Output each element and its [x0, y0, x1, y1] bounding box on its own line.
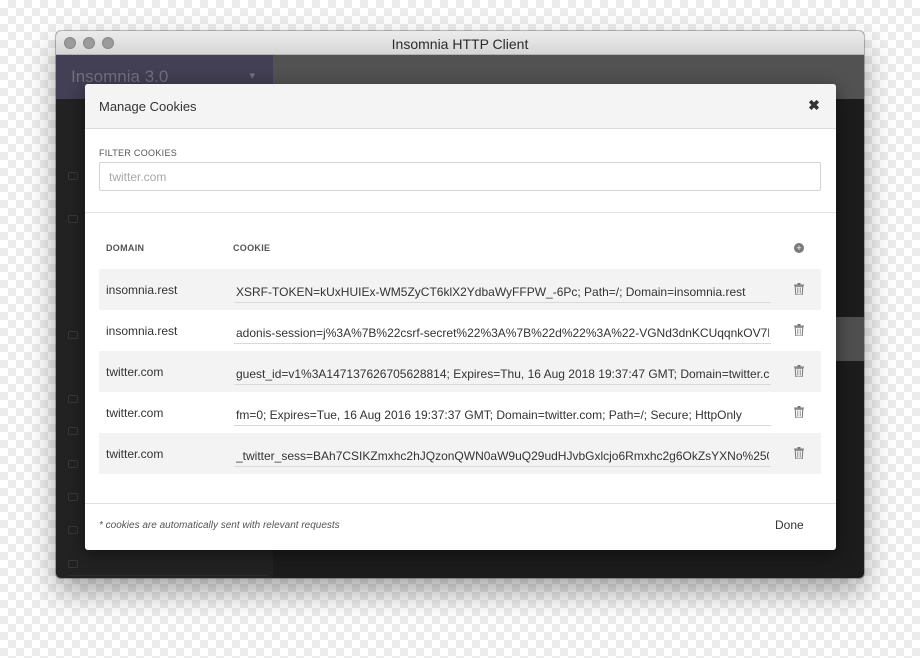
modal-title: Manage Cookies [99, 99, 197, 114]
trash-icon[interactable] [794, 324, 804, 336]
cookie-domain: insomnia.rest [106, 324, 178, 338]
trash-icon[interactable] [794, 283, 804, 295]
cookies-footnote: * cookies are automatically sent with re… [99, 520, 340, 531]
done-button[interactable]: Done [775, 518, 804, 532]
cookie-row: twitter.com [99, 392, 821, 433]
cookie-domain: twitter.com [106, 447, 164, 461]
trash-icon[interactable] [794, 406, 804, 418]
cookie-row: twitter.com [99, 351, 821, 392]
divider [85, 503, 836, 504]
column-header-domain: DOMAIN [106, 243, 145, 253]
close-icon[interactable]: ✖ [806, 97, 822, 113]
window-title: Insomnia HTTP Client [391, 36, 529, 52]
cookie-domain: twitter.com [106, 406, 164, 420]
cookie-row: insomnia.rest [99, 269, 821, 310]
manage-cookies-modal: Manage Cookies ✖ FILTER COOKIES DOMAIN C… [85, 84, 836, 550]
modal-header: Manage Cookies ✖ [85, 84, 836, 129]
trash-icon[interactable] [794, 447, 804, 459]
trash-icon[interactable] [794, 365, 804, 377]
cookie-domain: twitter.com [106, 365, 164, 379]
filter-cookies-label: FILTER COOKIES [99, 148, 178, 158]
cookie-value-input[interactable] [234, 440, 771, 467]
plus-circle-icon[interactable]: + [794, 243, 804, 253]
column-header-cookie: COOKIE [233, 243, 271, 253]
cookie-row: insomnia.rest [99, 310, 821, 351]
title-bar: Insomnia HTTP Client [56, 31, 864, 55]
cookie-domain: insomnia.rest [106, 283, 178, 297]
cookie-value-input[interactable] [234, 276, 771, 303]
cookie-value-input[interactable] [234, 358, 771, 385]
filter-cookies-input[interactable] [99, 162, 821, 191]
cookie-value-input[interactable] [234, 399, 771, 426]
cookie-row: twitter.com [99, 433, 821, 474]
cookie-value-input[interactable] [234, 317, 771, 344]
divider [85, 212, 836, 213]
